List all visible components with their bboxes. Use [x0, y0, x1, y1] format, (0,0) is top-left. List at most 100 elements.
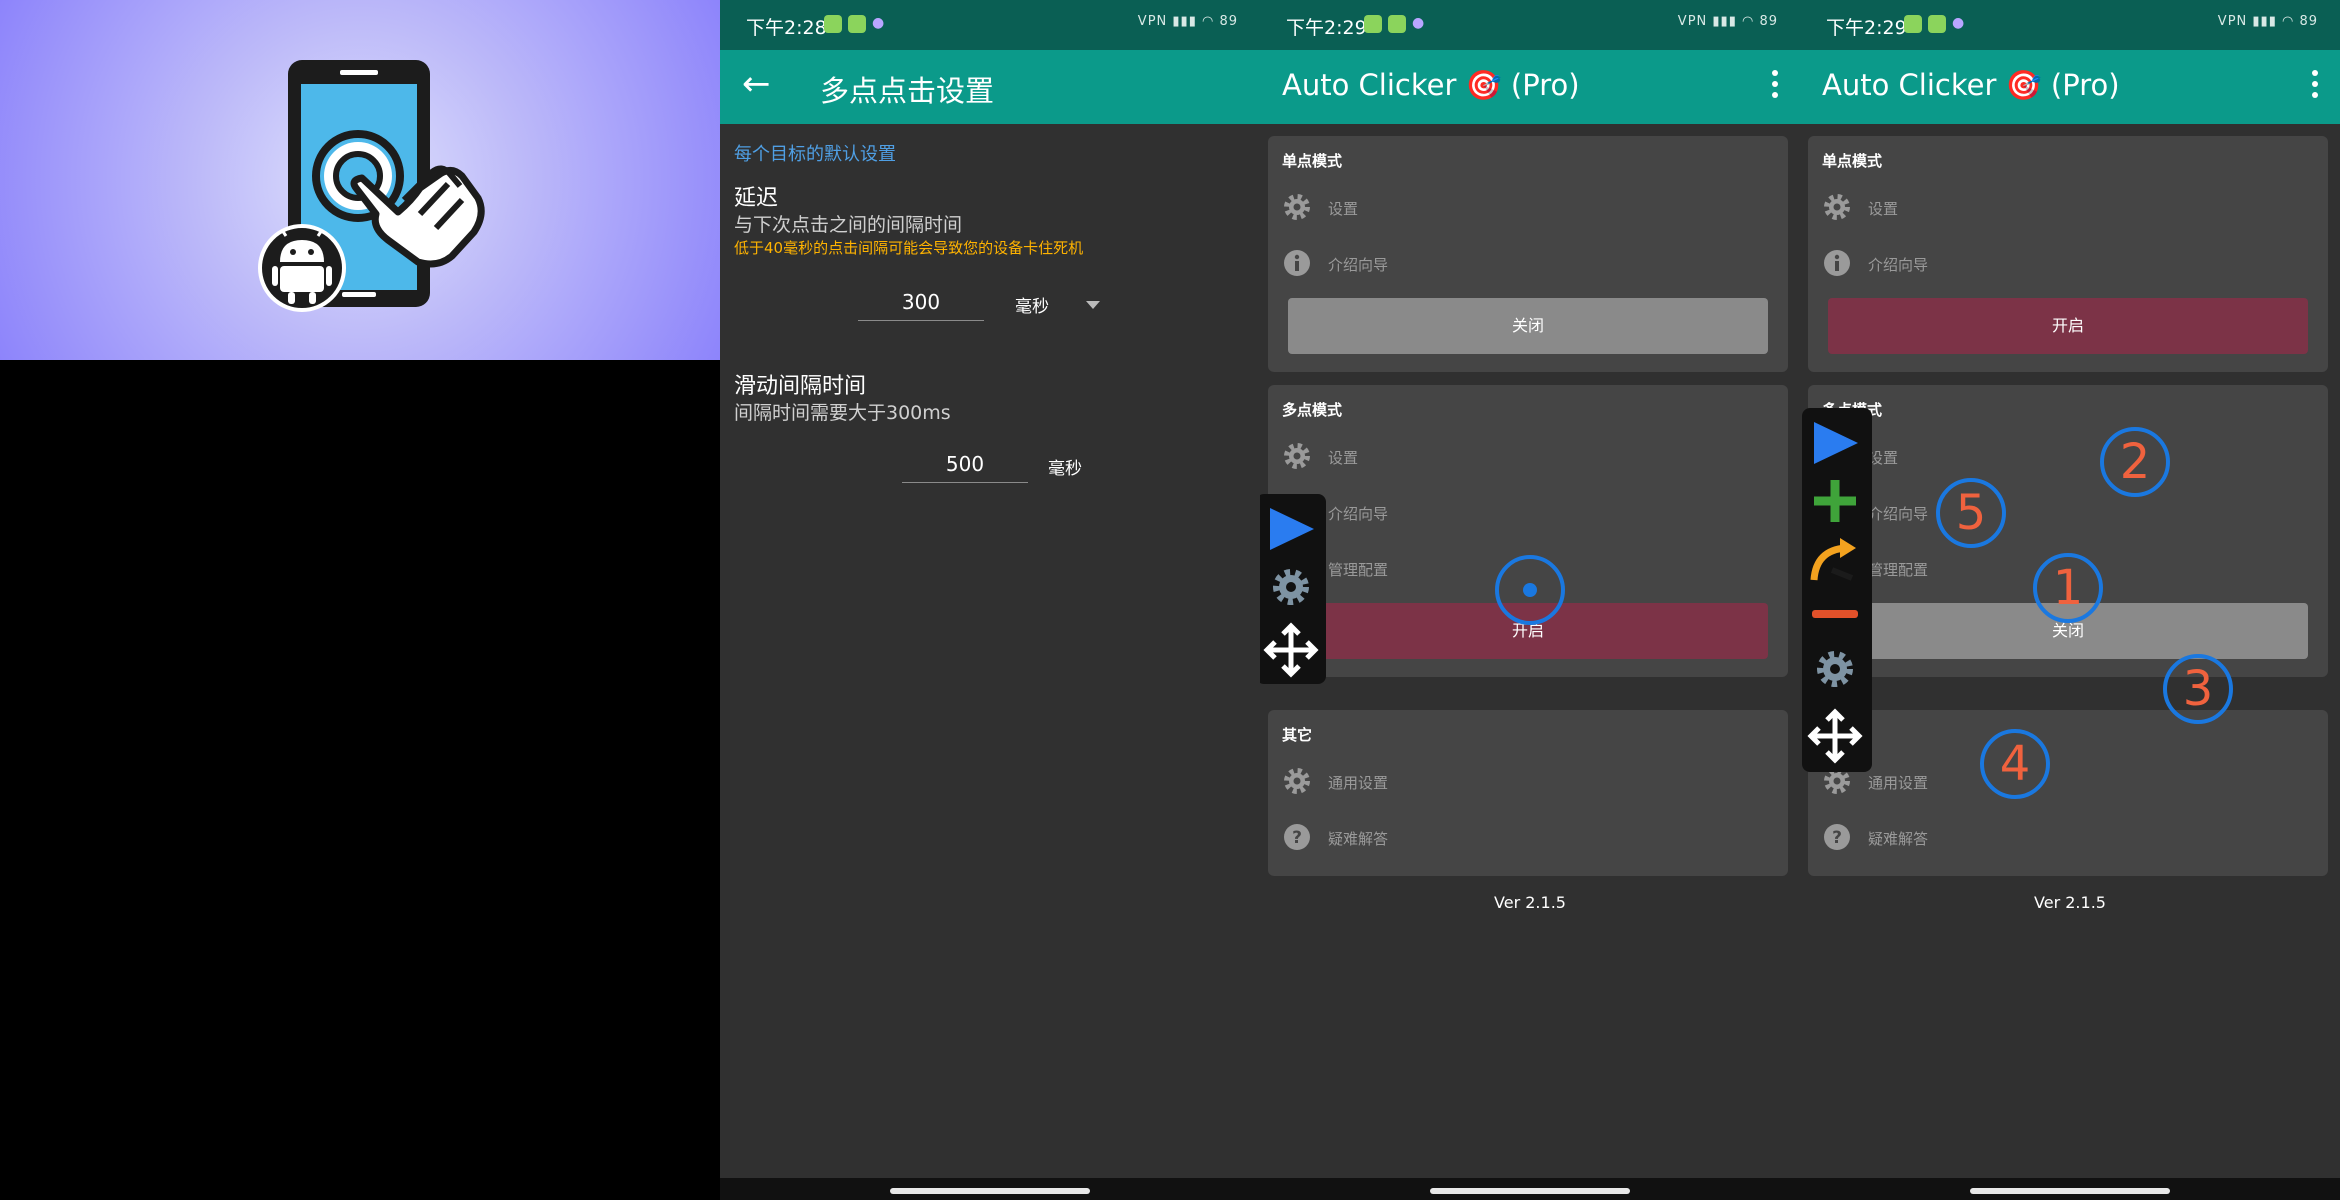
- section-header: 每个目标的默认设置: [734, 144, 896, 165]
- download-notification-icon: [1928, 15, 1946, 33]
- version-label: Ver 2.1.5: [1494, 893, 1566, 912]
- gear-icon[interactable]: [1802, 644, 1872, 694]
- home-gesture-bar[interactable]: [1970, 1188, 2170, 1194]
- click-target-5[interactable]: 5: [1936, 478, 2006, 548]
- row-label: 疑难解答: [1868, 830, 1929, 848]
- notification-icon: ●: [872, 15, 885, 31]
- toolbar: ← 多点点击设置: [720, 50, 1260, 124]
- click-target-2[interactable]: 2: [2100, 427, 2170, 497]
- card-title: 多点模式: [1282, 401, 1343, 419]
- swipe-interval-input[interactable]: 500: [902, 452, 1028, 483]
- swipe-interval-description: 间隔时间需要大于300ms: [734, 402, 951, 424]
- download-notification-icon: [848, 15, 866, 33]
- svg-text:?: ?: [1832, 828, 1842, 848]
- move-icon[interactable]: [1260, 622, 1326, 678]
- single-toggle-button[interactable]: 关闭: [1288, 298, 1768, 354]
- row-label: 管理配置: [1328, 561, 1389, 579]
- row-label: 介绍向导: [1328, 256, 1389, 274]
- delay-title: 延迟: [734, 186, 779, 211]
- other-card: 其它 通用设置 ? 疑难解答: [1268, 710, 1788, 876]
- app-title: Auto Clicker 🎯 (Pro): [1822, 68, 2120, 102]
- row-label: 设置: [1868, 200, 1899, 218]
- gear-icon: [1824, 194, 1850, 220]
- row-label: 管理配置: [1868, 561, 1929, 579]
- settings-screen: 下午2:28 ● VPN ▮▮▮ ◠ 89 ← 多点点击设置 每个目标的默认设置…: [720, 0, 1260, 1200]
- single-toggle-button[interactable]: 开启: [1828, 298, 2308, 354]
- click-target-4[interactable]: 4: [1980, 729, 2050, 799]
- status-indicators: VPN ▮▮▮ ◠ 89: [1137, 14, 1238, 29]
- info-icon: [1284, 250, 1310, 276]
- target-number: 4: [1999, 736, 2031, 792]
- floating-control-bar[interactable]: [1802, 408, 1872, 772]
- row-label: 介绍向导: [1328, 505, 1389, 523]
- home-gesture-bar[interactable]: [1430, 1188, 1630, 1194]
- minus-icon[interactable]: [1802, 594, 1872, 634]
- swipe-arrow-icon[interactable]: [1802, 532, 1872, 586]
- gear-icon: [1284, 768, 1310, 794]
- target-dot: [1523, 583, 1537, 597]
- download-notification-icon: [1364, 15, 1382, 33]
- notification-icon: ●: [1952, 15, 1965, 31]
- home-gesture-bar[interactable]: [890, 1188, 1090, 1194]
- android-icon: [258, 224, 346, 312]
- swipe-interval-unit: 毫秒: [1048, 459, 1082, 479]
- row-label: 疑难解答: [1328, 830, 1389, 848]
- row-label: 通用设置: [1328, 774, 1389, 792]
- target-number: 3: [2182, 661, 2214, 717]
- toolbar: Auto Clicker 🎯 (Pro): [1800, 50, 2340, 124]
- plus-icon[interactable]: [1802, 476, 1872, 526]
- dropdown-caret-icon[interactable]: [1086, 301, 1100, 309]
- status-indicators: VPN ▮▮▮ ◠ 89: [1677, 14, 1778, 29]
- gear-icon[interactable]: [1260, 562, 1326, 612]
- svg-text:?: ?: [1292, 828, 1302, 848]
- help-icon: ?: [1284, 824, 1310, 850]
- status-bar: 下午2:28 ● VPN ▮▮▮ ◠ 89: [720, 0, 1260, 50]
- status-bar: 下午2:29 ● VPN ▮▮▮ ◠ 89: [1260, 0, 1800, 50]
- single-mode-card: 单点模式 设置 介绍向导 开启: [1808, 136, 2328, 372]
- download-notification-icon: [1904, 15, 1922, 33]
- target-number: 2: [2119, 434, 2151, 490]
- play-icon[interactable]: [1802, 418, 1872, 468]
- card-title: 单点模式: [1282, 152, 1343, 170]
- kebab-menu-icon[interactable]: [1772, 70, 1780, 103]
- notification-icon: ●: [1412, 15, 1425, 31]
- swipe-interval-title: 滑动间隔时间: [734, 374, 867, 399]
- app-title: Auto Clicker 🎯 (Pro): [1282, 68, 1580, 102]
- promo-banner: [0, 0, 720, 360]
- status-bar: 下午2:29 ● VPN ▮▮▮ ◠ 89: [1800, 0, 2340, 50]
- delay-unit-select[interactable]: 毫秒: [1015, 292, 1049, 317]
- help-icon: ?: [1824, 824, 1850, 850]
- target-number: 5: [1955, 485, 1987, 541]
- multi-mode-card: 多点模式 设置 介绍向导 管理配置 开启: [1268, 385, 1788, 677]
- floating-control-bar[interactable]: [1260, 494, 1326, 684]
- card-title: 其它: [1282, 726, 1313, 744]
- click-target-3[interactable]: 3: [2163, 654, 2233, 724]
- multi-mode-card: 多点模式 设置 介绍向导 管理配置 关闭: [1808, 385, 2328, 677]
- other-card: 其它 通用设置 ? 疑难解答: [1808, 710, 2328, 876]
- page-title: 多点点击设置: [820, 74, 995, 108]
- version-label: Ver 2.1.5: [2034, 893, 2106, 912]
- delay-input[interactable]: 300: [858, 290, 984, 321]
- single-mode-card: 单点模式 设置 介绍向导 关闭: [1268, 136, 1788, 372]
- click-target-1[interactable]: 1: [2033, 553, 2103, 623]
- delay-description: 与下次点击之间的间隔时间: [734, 214, 963, 236]
- row-label: 介绍向导: [1868, 256, 1929, 274]
- target-number: 1: [2052, 560, 2084, 616]
- status-time: 下午2:29: [1826, 17, 1907, 39]
- toolbar: Auto Clicker 🎯 (Pro): [1260, 50, 1800, 124]
- status-indicators: VPN ▮▮▮ ◠ 89: [2217, 14, 2318, 29]
- status-time: 下午2:29: [1286, 17, 1367, 39]
- play-icon[interactable]: [1260, 504, 1326, 554]
- click-target[interactable]: [1495, 555, 1565, 625]
- home-screen-1: 下午2:29 ● VPN ▮▮▮ ◠ 89 Auto Clicker 🎯 (Pr…: [1260, 0, 1800, 1200]
- gear-icon: [1284, 194, 1310, 220]
- row-label: 通用设置: [1868, 774, 1929, 792]
- row-label: 设置: [1868, 449, 1899, 467]
- row-label: 设置: [1328, 200, 1359, 218]
- kebab-menu-icon[interactable]: [2312, 70, 2320, 103]
- move-icon[interactable]: [1802, 708, 1872, 764]
- back-arrow-icon[interactable]: ←: [742, 64, 771, 104]
- row-label: 介绍向导: [1868, 505, 1929, 523]
- info-icon: [1824, 250, 1850, 276]
- card-title: 单点模式: [1822, 152, 1883, 170]
